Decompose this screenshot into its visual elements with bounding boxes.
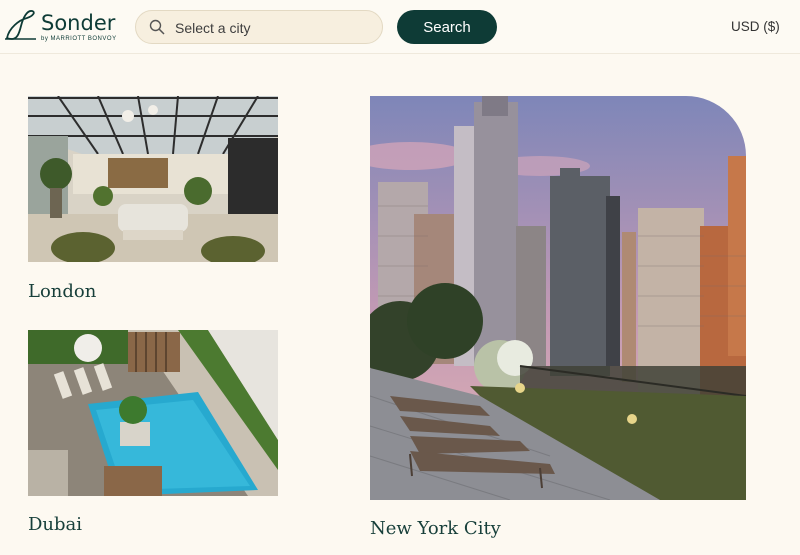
- top-header: Sonder by MARRIOTT BONVOY Search USD ($): [0, 0, 800, 54]
- sonder-logo-icon: [5, 10, 36, 40]
- city-search-input[interactable]: [175, 18, 375, 38]
- search-button[interactable]: Search: [397, 10, 497, 44]
- dubai-photo[interactable]: [28, 330, 278, 496]
- brand-name: Sonder: [41, 11, 116, 35]
- brand-tagline: by MARRIOTT BONVOY: [41, 36, 117, 42]
- city-label-london[interactable]: London: [28, 281, 96, 302]
- new-york-city-photo[interactable]: [370, 96, 746, 500]
- city-label-dubai[interactable]: Dubai: [28, 514, 82, 535]
- sonder-logo[interactable]: Sonder by MARRIOTT BONVOY: [3, 6, 116, 46]
- currency-selector[interactable]: USD ($): [731, 19, 780, 34]
- city-label-new-york-city[interactable]: New York City: [370, 518, 501, 539]
- city-search-field[interactable]: [135, 10, 383, 44]
- search-icon: [149, 19, 165, 35]
- london-photo[interactable]: [28, 96, 278, 262]
